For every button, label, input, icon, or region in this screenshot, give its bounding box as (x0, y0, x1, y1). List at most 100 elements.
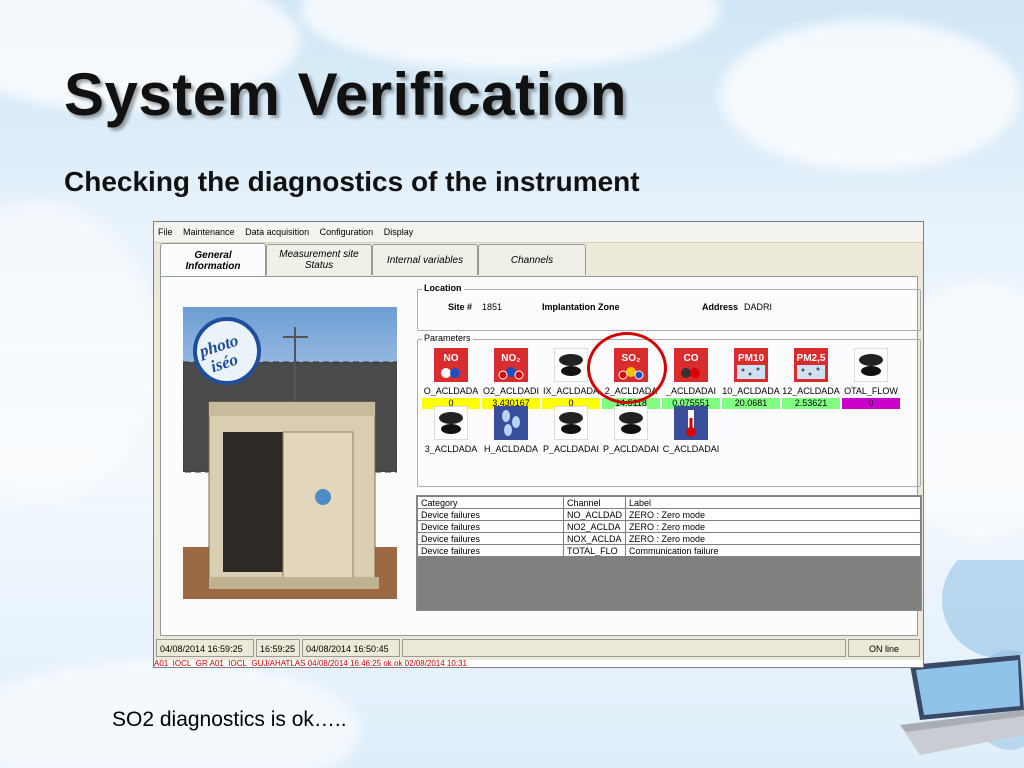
location-legend: Location (422, 283, 464, 293)
parameter-value: 2.53621 (782, 398, 840, 409)
blank-sensor-icon (553, 347, 589, 383)
menu-file[interactable]: File (154, 222, 177, 237)
tab-label: Measurement site (279, 249, 359, 260)
tab-label: Information (185, 260, 241, 272)
column-category[interactable]: Category (417, 496, 564, 509)
status-time: 16:59:25 (256, 639, 300, 657)
table-row[interactable]: Device failures NO2_ACLDA ZERO : Zero mode (417, 520, 921, 533)
general-information-panel: photo iséo Location Site # 1851 Implanta… (160, 276, 922, 636)
slide-subtitle: Checking the diagnostics of the instrume… (64, 166, 640, 197)
parameters-legend: Parameters (422, 333, 473, 343)
address-label: Address (702, 302, 739, 312)
status-bar: 04/08/2014 16:59:25 16:59:25 04/08/2014 … (154, 639, 923, 659)
cell-channel: NOX_ACLDA (562, 532, 627, 545)
rain-icon (494, 406, 528, 440)
cut-off-row: A01_IOCL_GR A01_IOCL_GUJ/AHATLAS 04/08/2… (154, 660, 923, 667)
blank-sensor-icon (433, 405, 469, 441)
cell-label: Communication failure (625, 544, 921, 557)
parameter-co-gas-r1-4[interactable]: CO _ACLDADAI 0.075551 (662, 348, 720, 409)
parameter-name: 10_ACLDADA (722, 386, 780, 396)
cell-channel: TOTAL_FLO (562, 544, 627, 557)
parameter-name: P_ACLDADAI (542, 444, 600, 454)
parameter-name: O_ACLDADA (423, 386, 479, 396)
parameter-name: OTAL_FLOW (844, 386, 898, 396)
diagnostics-window: File Maintenance Data acquisition Config… (153, 221, 924, 668)
slide-caption: SO2 diagnostics is ok….. (112, 708, 347, 731)
location-group: Location Site # 1851 Implantation Zone A… (417, 283, 921, 331)
parameter-value: 0 (842, 398, 900, 409)
status-datetime: 04/08/2014 16:59:25 (156, 639, 254, 657)
parameter-name: C_ACLDADAI (662, 444, 720, 454)
parameter-no2-gas-r1-1[interactable]: NO₂ O2_ACLDADI 3.430167 (482, 348, 540, 409)
parameter-rain-r2-1[interactable]: H_ACLDADA (482, 406, 540, 464)
tab-label: Status (304, 260, 334, 271)
tab-label: Channels (510, 254, 554, 266)
parameter-name: 3_ACLDADA (424, 444, 478, 454)
parameter-pm10-r1-5[interactable]: PM10 10_ACLDADA 20.0681 (722, 348, 780, 409)
parameter-value: 20.0681 (722, 398, 780, 409)
parameter-blank-sensor-r1-7[interactable]: OTAL_FLOW 0 (842, 347, 900, 409)
no2-gas-icon: NO₂ (494, 348, 528, 382)
cell-category: Device failures (417, 544, 564, 557)
cell-category: Device failures (417, 520, 564, 533)
parameter-blank-sensor-r2-3[interactable]: P_ACLDADAI (602, 405, 660, 464)
no-gas-icon: NO (434, 348, 468, 382)
table-row[interactable]: Device failures NO_ACLDAD ZERO : Zero mode (417, 508, 921, 521)
station-photo: photo iséo (183, 307, 397, 599)
cell-channel: NO_ACLDAD (562, 508, 627, 521)
so2-highlight-circle (587, 332, 667, 404)
cell-label: ZERO : Zero mode (625, 508, 921, 521)
parameter-blank-sensor-r2-0[interactable]: 3_ACLDADA (422, 405, 480, 464)
table-row[interactable]: Device failures NOX_ACLDA ZERO : Zero mode (417, 532, 921, 545)
address-value: DADRI (744, 302, 773, 312)
site-label: Site # (448, 302, 473, 312)
svg-text:PM2,5: PM2,5 (797, 353, 826, 364)
parameters-group: Parameters NO O_ACLDADA 0 NO₂ O2_ACLDADI 3.43… (417, 333, 921, 487)
tab-general-information[interactable]: General Information (160, 243, 266, 277)
menu-bar: File Maintenance Data acquisition Config… (154, 222, 923, 243)
svg-text:NO: NO (444, 353, 459, 364)
slide-title: System Verification (64, 61, 628, 128)
blank-sensor-icon (553, 405, 589, 441)
co-gas-icon: CO (674, 348, 708, 382)
tab-channels[interactable]: Channels (478, 244, 586, 275)
parameter-thermometer-r2-4[interactable]: C_ACLDADAI (662, 406, 720, 464)
tab-label: Internal variables (386, 254, 464, 266)
site-value: 1851 (482, 302, 503, 312)
menu-configuration[interactable]: Configuration (316, 222, 378, 237)
pm25-icon: PM2,5 (794, 348, 828, 382)
parameter-no-gas-r1-0[interactable]: NO O_ACLDADA 0 (422, 348, 480, 409)
column-channel[interactable]: Channel (562, 496, 627, 509)
cell-category: Device failures (417, 508, 564, 521)
table-row[interactable]: Device failures TOTAL_FLO Communication fa… (417, 544, 921, 557)
cell-channel: NO2_ACLDA (562, 520, 627, 533)
parameter-name: P_ACLDADAI (602, 444, 660, 454)
svg-text:CO: CO (684, 353, 699, 364)
column-label[interactable]: Label (625, 496, 921, 509)
tab-internal-variables[interactable]: Internal variables (372, 244, 478, 275)
blank-sensor-icon (613, 405, 649, 441)
svg-text:NO₂: NO₂ (501, 353, 520, 364)
menu-maintenance[interactable]: Maintenance (179, 222, 239, 237)
svg-text:PM10: PM10 (738, 353, 765, 364)
status-last-acquisition: 04/08/2014 16:50:45 (302, 639, 400, 657)
diagnostics-table: Category Channel Label Device failures NO… (417, 496, 921, 557)
parameter-name: O2_ACLDADI (482, 386, 540, 396)
menu-data-acquisition[interactable]: Data acquisition (241, 222, 313, 237)
tab-measurement-site-status[interactable]: Measurement site Status (266, 244, 372, 275)
blank-sensor-icon (853, 347, 889, 383)
pm10-icon: PM10 (734, 348, 768, 382)
status-empty-pane (402, 639, 846, 657)
cell-category: Device failures (417, 532, 564, 545)
menu-display[interactable]: Display (380, 222, 418, 237)
thermometer-icon (674, 406, 708, 440)
cell-label: ZERO : Zero mode (625, 520, 921, 533)
parameter-name: _ACLDADAI (665, 386, 717, 396)
tab-label: General (194, 249, 232, 261)
parameter-pm25-r1-6[interactable]: PM2,5 12_ACLDADA 2.53621 (782, 348, 840, 409)
table-header-row: Category Channel Label (417, 496, 921, 509)
parameter-name: IX_ACLDADA (542, 386, 600, 396)
cell-label: ZERO : Zero mode (625, 532, 921, 545)
parameter-blank-sensor-r2-2[interactable]: P_ACLDADAI (542, 405, 600, 464)
implantation-zone-label: Implantation Zone (542, 302, 620, 312)
